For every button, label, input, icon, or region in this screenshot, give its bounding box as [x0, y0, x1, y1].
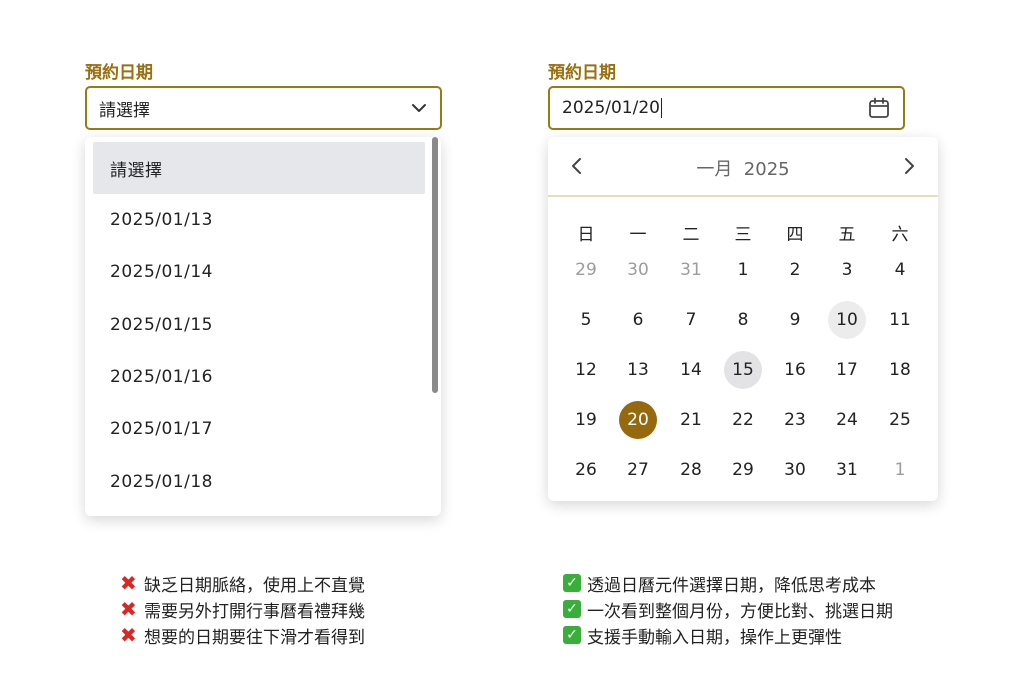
option-item[interactable]: 2025/01/14: [93, 246, 425, 298]
con-text: 需要另外打開行事曆看禮拜幾: [144, 601, 365, 622]
weekday-label: 六: [891, 225, 909, 245]
calendar-icon[interactable]: [867, 96, 891, 120]
calendar-day[interactable]: 11: [881, 301, 919, 339]
cross-mark-icon: ✖: [120, 623, 137, 647]
con-item: ✖ 缺乏日期脈絡，使用上不直覺: [120, 570, 365, 596]
calendar-header: 一月 2025: [548, 137, 938, 197]
calendar-day-today[interactable]: 10: [828, 301, 866, 339]
calendar-day[interactable]: 1: [724, 251, 762, 289]
calendar-day[interactable]: 3: [828, 251, 866, 289]
weekday-label: 一: [629, 225, 647, 245]
left-field-label: 預約日期: [85, 63, 153, 83]
calendar-month-label: 一月 2025: [696, 159, 790, 180]
weekday-label: 四: [786, 225, 804, 245]
con-text: 想要的日期要往下滑才看得到: [144, 627, 365, 648]
calendar-day[interactable]: 16: [776, 351, 814, 389]
scrollbar-thumb[interactable]: [432, 137, 438, 393]
calendar-day[interactable]: 18: [881, 351, 919, 389]
calendar-day[interactable]: 31: [828, 451, 866, 489]
calendar-day[interactable]: 26: [567, 451, 605, 489]
weekday-label: 二: [682, 225, 700, 245]
calendar-day[interactable]: 23: [776, 401, 814, 439]
right-field-label: 預約日期: [548, 63, 616, 83]
pro-item: ✓ 一次看到整個月份，方便比對、挑選日期: [563, 596, 893, 622]
calendar-day[interactable]: 28: [672, 451, 710, 489]
calendar-day[interactable]: 5: [567, 301, 605, 339]
con-item: ✖ 想要的日期要往下滑才看得到: [120, 622, 365, 648]
calendar-day[interactable]: 7: [672, 301, 710, 339]
calendar-day[interactable]: 29: [724, 451, 762, 489]
chevron-right-icon[interactable]: [902, 157, 916, 179]
cross-mark-icon: ✖: [120, 571, 137, 595]
calendar-popup: 一月 2025 日 一 二 三 四 五 六 29 30 31 1 2 3 4 5…: [548, 137, 938, 501]
date-input-value: 2025/01/20: [562, 98, 660, 118]
con-text: 缺乏日期脈絡，使用上不直覺: [144, 575, 365, 596]
calendar-day[interactable]: 13: [619, 351, 657, 389]
cross-mark-icon: ✖: [120, 597, 137, 621]
check-box-icon: ✓: [563, 600, 581, 618]
pro-text: 一次看到整個月份，方便比對、挑選日期: [587, 601, 893, 622]
option-item[interactable]: 2025/01/16: [93, 351, 425, 403]
option-item[interactable]: 2025/01/13: [93, 194, 425, 246]
calendar-day[interactable]: 12: [567, 351, 605, 389]
date-select[interactable]: 請選擇: [85, 86, 442, 130]
chevron-down-icon: [410, 99, 428, 117]
calendar-day[interactable]: 21: [672, 401, 710, 439]
option-item[interactable]: 2025/01/17: [93, 403, 425, 455]
cons-list: ✖ 缺乏日期脈絡，使用上不直覺 ✖ 需要另外打開行事曆看禮拜幾 ✖ 想要的日期要往下滑…: [120, 570, 365, 648]
check-box-icon: ✓: [563, 626, 581, 644]
calendar-day[interactable]: 27: [619, 451, 657, 489]
weekday-label: 五: [838, 225, 856, 245]
pro-item: ✓ 透過日曆元件選擇日期，降低思考成本: [563, 570, 893, 596]
calendar-day[interactable]: 14: [672, 351, 710, 389]
con-item: ✖ 需要另外打開行事曆看禮拜幾: [120, 596, 365, 622]
calendar-day[interactable]: 30: [619, 251, 657, 289]
calendar-day[interactable]: 8: [724, 301, 762, 339]
calendar-day[interactable]: 9: [776, 301, 814, 339]
weekday-label: 日: [577, 225, 595, 245]
calendar-day[interactable]: 17: [828, 351, 866, 389]
date-options-list: 請選擇 2025/01/13 2025/01/14 2025/01/15 202…: [85, 137, 441, 516]
calendar-day[interactable]: 2: [776, 251, 814, 289]
calendar-day-selected[interactable]: 20: [619, 401, 657, 439]
calendar-day[interactable]: 29: [567, 251, 605, 289]
calendar-day[interactable]: 19: [567, 401, 605, 439]
option-item[interactable]: 請選擇: [93, 142, 425, 194]
calendar-day-hovered[interactable]: 15: [724, 351, 762, 389]
check-box-icon: ✓: [563, 574, 581, 592]
calendar-day[interactable]: 22: [724, 401, 762, 439]
date-input[interactable]: 2025/01/20: [548, 86, 905, 130]
pro-item: ✓ 支援手動輸入日期，操作上更彈性: [563, 622, 893, 648]
calendar-day[interactable]: 31: [672, 251, 710, 289]
calendar-day[interactable]: 30: [776, 451, 814, 489]
pros-list: ✓ 透過日曆元件選擇日期，降低思考成本 ✓ 一次看到整個月份，方便比對、挑選日期 ✓…: [563, 570, 893, 648]
pro-text: 支援手動輸入日期，操作上更彈性: [587, 627, 842, 648]
select-value: 請選擇: [99, 100, 150, 121]
calendar-day[interactable]: 25: [881, 401, 919, 439]
text-caret: [660, 98, 662, 118]
calendar-day[interactable]: 1: [881, 451, 919, 489]
calendar-day[interactable]: 6: [619, 301, 657, 339]
pro-text: 透過日曆元件選擇日期，降低思考成本: [587, 575, 876, 596]
option-item[interactable]: 2025/01/18: [93, 456, 425, 508]
option-item[interactable]: 2025/01/15: [93, 299, 425, 351]
calendar-day[interactable]: 24: [828, 401, 866, 439]
weekday-label: 三: [734, 225, 752, 245]
calendar-day[interactable]: 4: [881, 251, 919, 289]
